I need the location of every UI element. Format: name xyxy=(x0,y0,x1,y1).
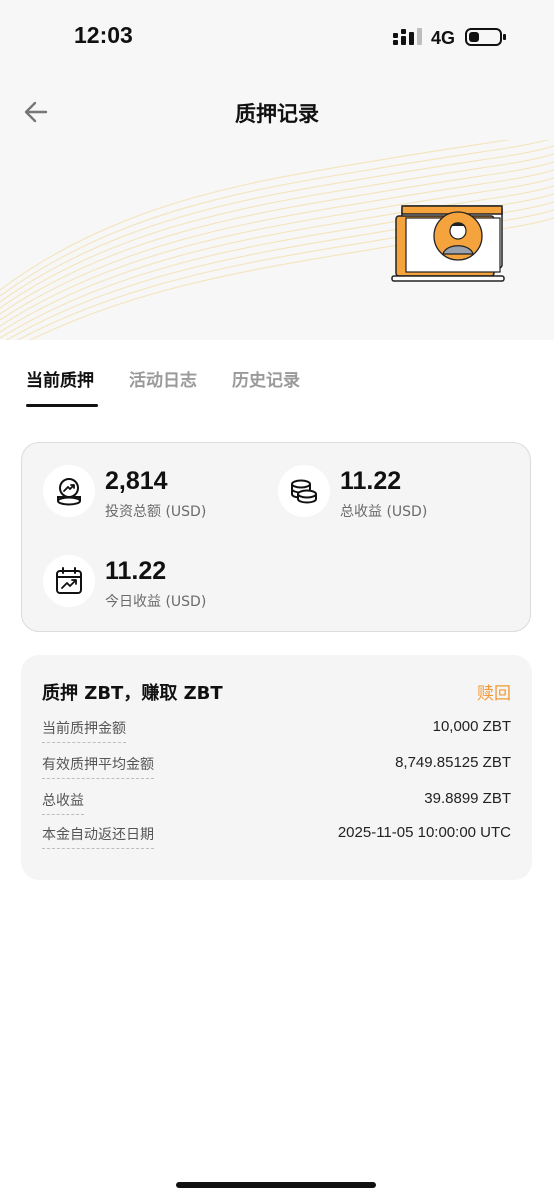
tab-bar: 当前质押 活动日志 历史记录 xyxy=(0,360,554,410)
nav-bar: 质押记录 xyxy=(0,86,554,140)
stake-title: 质押 ZBT，赚取 ZBT xyxy=(42,683,223,704)
total-earnings-value: 11.22 xyxy=(340,467,402,495)
total-earnings-label: 总收益 (USD) xyxy=(340,504,428,520)
today-earnings-label: 今日收益 (USD) xyxy=(105,594,207,610)
detail-value: 10,000 ZBT xyxy=(432,718,511,735)
tab-activity-log[interactable]: 活动日志 xyxy=(129,366,197,391)
signal-icon xyxy=(393,28,422,45)
laptop-user-illustration xyxy=(391,205,505,282)
detail-label: 本金自动返还日期 xyxy=(42,824,154,849)
detail-label: 有效质押平均金额 xyxy=(42,754,154,779)
detail-value: 39.8899 ZBT xyxy=(424,790,511,807)
page-title: 质押记录 xyxy=(235,102,319,126)
status-bar: 12:03 4G xyxy=(0,0,554,76)
stake-detail-card: 质押 ZBT，赚取 ZBT 赎回 当前质押金额 10,000 ZBT 有效质押平… xyxy=(21,655,532,880)
detail-value: 2025-11-05 10:00:00 UTC xyxy=(337,824,511,841)
status-time: 12:03 xyxy=(74,22,133,48)
detail-row-total-earnings: 总收益 39.8899 ZBT xyxy=(42,790,511,820)
tab-current-staking[interactable]: 当前质押 xyxy=(26,366,94,391)
battery-icon xyxy=(465,28,506,46)
header-banner: 12:03 4G 质押记录 xyxy=(0,0,554,340)
coins-icon xyxy=(278,465,330,517)
investment-value: 2,814 xyxy=(105,467,168,495)
network-type: 4G xyxy=(431,28,456,48)
investment-icon xyxy=(43,465,95,517)
investment-label: 投资总额 (USD) xyxy=(105,504,207,520)
detail-label: 总收益 xyxy=(42,790,84,815)
detail-row-average-amount: 有效质押平均金额 8,749.85125 ZBT xyxy=(42,754,511,784)
home-indicator[interactable] xyxy=(176,1182,376,1188)
detail-row-return-date: 本金自动返还日期 2025-11-05 10:00:00 UTC xyxy=(42,824,511,854)
detail-row-current-amount: 当前质押金额 10,000 ZBT xyxy=(42,718,511,748)
calendar-chart-icon xyxy=(43,555,95,607)
tab-history[interactable]: 历史记录 xyxy=(232,366,300,391)
redeem-button[interactable]: 赎回 xyxy=(477,679,511,704)
detail-label: 当前质押金额 xyxy=(42,718,126,743)
today-earnings-value: 11.22 xyxy=(105,557,167,585)
detail-value: 8,749.85125 ZBT xyxy=(395,754,511,771)
active-tab-indicator xyxy=(26,404,98,407)
summary-card: 2,814 投资总额 (USD) 11.22 总收益 (USD) 11.22 今… xyxy=(21,442,531,632)
